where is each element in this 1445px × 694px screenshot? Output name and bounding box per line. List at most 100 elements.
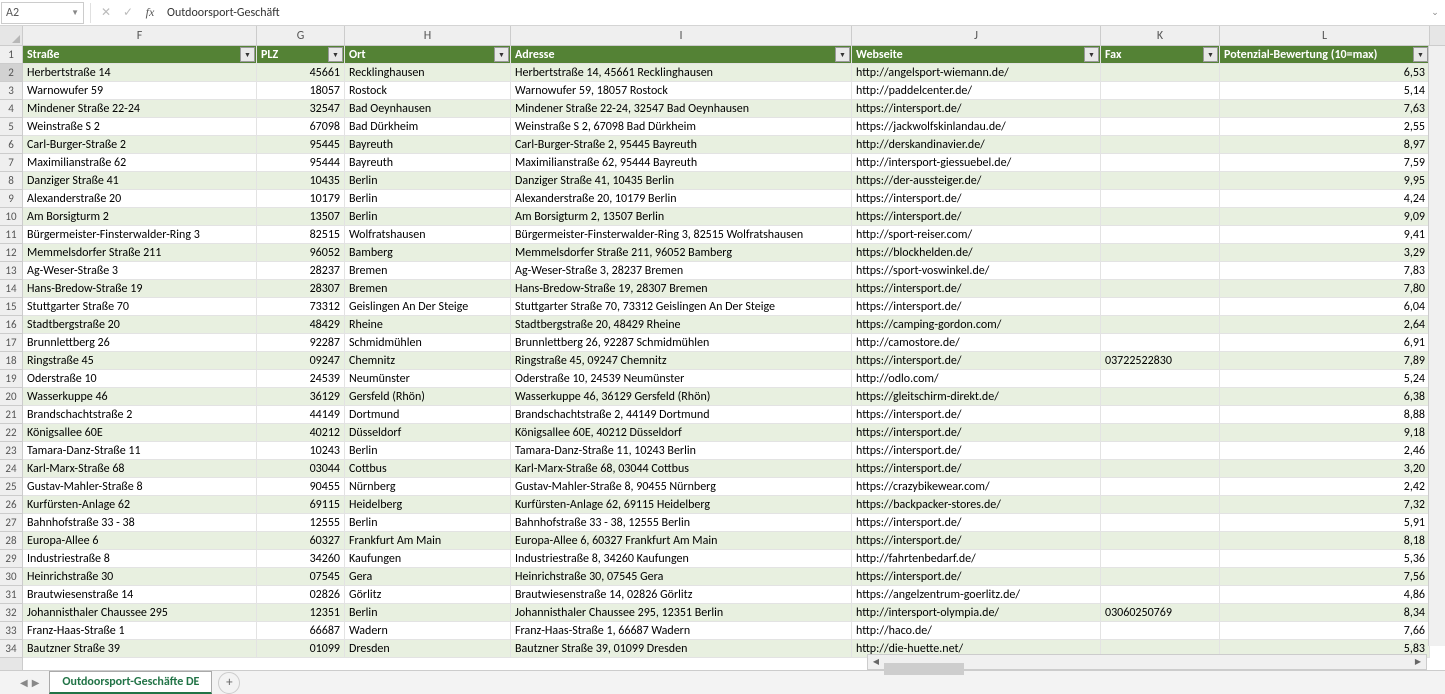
cell[interactable]: Stadtbergstraße 20, 48429 Rheine xyxy=(511,316,852,334)
cell[interactable]: https://backpacker-stores.de/ xyxy=(852,496,1101,514)
cancel-icon[interactable]: ✕ xyxy=(95,5,117,20)
cell[interactable] xyxy=(1101,100,1220,118)
tab-prev-icon[interactable]: ◀ xyxy=(20,676,28,689)
cell[interactable]: https://der-aussteiger.de/ xyxy=(852,172,1101,190)
cell[interactable]: Neumünster xyxy=(345,370,511,388)
row-header[interactable]: 14 xyxy=(0,280,22,298)
cell[interactable]: 7,83 xyxy=(1220,262,1430,280)
col-header-K[interactable]: K xyxy=(1101,26,1220,45)
cell[interactable]: Herbertstraße 14 xyxy=(23,64,257,82)
cell[interactable]: Wolfratshausen xyxy=(345,226,511,244)
row-header[interactable]: 18 xyxy=(0,352,22,370)
cell[interactable]: Recklinghausen xyxy=(345,64,511,82)
cell[interactable]: https://gleitschirm-direkt.de/ xyxy=(852,388,1101,406)
filter-dropdown-icon[interactable]: ▼ xyxy=(328,47,343,62)
cell[interactable]: Carl-Burger-Straße 2, 95445 Bayreuth xyxy=(511,136,852,154)
cell[interactable]: 5,91 xyxy=(1220,514,1430,532)
cell[interactable] xyxy=(1101,118,1220,136)
cell[interactable]: Stuttgarter Straße 70 xyxy=(23,298,257,316)
cell[interactable]: Oderstraße 10, 24539 Neumünster xyxy=(511,370,852,388)
cell[interactable]: Ringstraße 45, 09247 Chemnitz xyxy=(511,352,852,370)
cells-area[interactable]: Straße▼PLZ▼Ort▼Adresse▼Webseite▼Fax▼Pote… xyxy=(23,46,1445,670)
cell[interactable]: 3,29 xyxy=(1220,244,1430,262)
cell[interactable] xyxy=(1101,442,1220,460)
cell[interactable]: 12351 xyxy=(257,604,345,622)
cell[interactable]: Berlin xyxy=(345,172,511,190)
row-header[interactable]: 1 xyxy=(0,46,22,64)
cell[interactable]: 2,46 xyxy=(1220,442,1430,460)
cell[interactable]: 2,55 xyxy=(1220,118,1430,136)
cell[interactable]: 7,80 xyxy=(1220,280,1430,298)
cell[interactable]: 4,24 xyxy=(1220,190,1430,208)
cell[interactable] xyxy=(1101,316,1220,334)
cell[interactable] xyxy=(1101,298,1220,316)
cell[interactable]: http://haco.de/ xyxy=(852,622,1101,640)
row-header[interactable]: 21 xyxy=(0,406,22,424)
cell[interactable]: Bautzner Straße 39 xyxy=(23,640,257,658)
row-header[interactable]: 28 xyxy=(0,532,22,550)
cell[interactable]: 95445 xyxy=(257,136,345,154)
cell[interactable]: Gersfeld (Rhön) xyxy=(345,388,511,406)
cell[interactable]: 9,41 xyxy=(1220,226,1430,244)
row-header[interactable]: 11 xyxy=(0,226,22,244)
cell[interactable]: Mindener Straße 22-24, 32547 Bad Oeynhau… xyxy=(511,100,852,118)
row-header[interactable]: 25 xyxy=(0,478,22,496)
row-header[interactable]: 29 xyxy=(0,550,22,568)
cell[interactable]: 2,64 xyxy=(1220,316,1430,334)
table-header-G[interactable]: PLZ▼ xyxy=(257,46,345,64)
filter-dropdown-icon[interactable]: ▼ xyxy=(494,47,509,62)
cell[interactable]: Gustav-Mahler-Straße 8, 90455 Nürnberg xyxy=(511,478,852,496)
cell[interactable] xyxy=(1101,172,1220,190)
cell[interactable]: 3,20 xyxy=(1220,460,1430,478)
row-header[interactable]: 13 xyxy=(0,262,22,280)
cell[interactable]: Tamara-Danz-Straße 11 xyxy=(23,442,257,460)
cell[interactable]: 32547 xyxy=(257,100,345,118)
cell[interactable]: https://intersport.de/ xyxy=(852,208,1101,226)
cell[interactable]: https://blockhelden.de/ xyxy=(852,244,1101,262)
row-header[interactable]: 20 xyxy=(0,388,22,406)
cell[interactable]: https://intersport.de/ xyxy=(852,298,1101,316)
scroll-right-icon[interactable]: ▶ xyxy=(1410,655,1426,669)
confirm-icon[interactable]: ✓ xyxy=(117,5,139,20)
cell[interactable]: Wadern xyxy=(345,622,511,640)
filter-dropdown-icon[interactable]: ▼ xyxy=(1413,47,1428,62)
cell[interactable]: Warnowufer 59 xyxy=(23,82,257,100)
cell[interactable]: Industriestraße 8 xyxy=(23,550,257,568)
row-header[interactable]: 4 xyxy=(0,100,22,118)
cell[interactable]: 9,95 xyxy=(1220,172,1430,190)
cell[interactable]: 8,97 xyxy=(1220,136,1430,154)
cell[interactable] xyxy=(1101,406,1220,424)
cell[interactable]: Karl-Marx-Straße 68, 03044 Cottbus xyxy=(511,460,852,478)
cell[interactable]: Nürnberg xyxy=(345,478,511,496)
cell[interactable]: 7,89 xyxy=(1220,352,1430,370)
cell[interactable]: Ringstraße 45 xyxy=(23,352,257,370)
cell[interactable]: Bamberg xyxy=(345,244,511,262)
cell[interactable]: Brautwiesenstraße 14, 02826 Görlitz xyxy=(511,586,852,604)
row-header[interactable]: 22 xyxy=(0,424,22,442)
cell[interactable] xyxy=(1101,280,1220,298)
cell[interactable]: Kurfürsten-Anlage 62, 69115 Heidelberg xyxy=(511,496,852,514)
cell[interactable]: Wasserkuppe 46, 36129 Gersfeld (Rhön) xyxy=(511,388,852,406)
cell[interactable]: Weinstraße S 2, 67098 Bad Dürkheim xyxy=(511,118,852,136)
cell[interactable]: Bahnhofstraße 33 - 38 xyxy=(23,514,257,532)
col-header-I[interactable]: I xyxy=(511,26,852,45)
cell[interactable] xyxy=(1101,622,1220,640)
row-header[interactable]: 24 xyxy=(0,460,22,478)
cell[interactable]: http://angelsport-wiemann.de/ xyxy=(852,64,1101,82)
cell[interactable]: 8,34 xyxy=(1220,604,1430,622)
expand-formula-icon[interactable]: ⌄ xyxy=(1425,7,1445,18)
cell[interactable]: Schmidmühlen xyxy=(345,334,511,352)
cell[interactable] xyxy=(1101,190,1220,208)
cell[interactable]: Bad Dürkheim xyxy=(345,118,511,136)
scroll-left-icon[interactable]: ◀ xyxy=(868,655,884,669)
cell[interactable]: Stuttgarter Straße 70, 73312 Geislingen … xyxy=(511,298,852,316)
cell[interactable]: Heidelberg xyxy=(345,496,511,514)
cell[interactable]: Ag-Weser-Straße 3 xyxy=(23,262,257,280)
cell[interactable]: http://intersport-giessuebel.de/ xyxy=(852,154,1101,172)
cell[interactable]: 95444 xyxy=(257,154,345,172)
cell[interactable]: Herbertstraße 14, 45661 Recklinghausen xyxy=(511,64,852,82)
cell[interactable]: http://fahrtenbedarf.de/ xyxy=(852,550,1101,568)
cell[interactable]: Bahnhofstraße 33 - 38, 12555 Berlin xyxy=(511,514,852,532)
cell[interactable]: Johannisthaler Chaussee 295, 12351 Berli… xyxy=(511,604,852,622)
cell[interactable]: Cottbus xyxy=(345,460,511,478)
